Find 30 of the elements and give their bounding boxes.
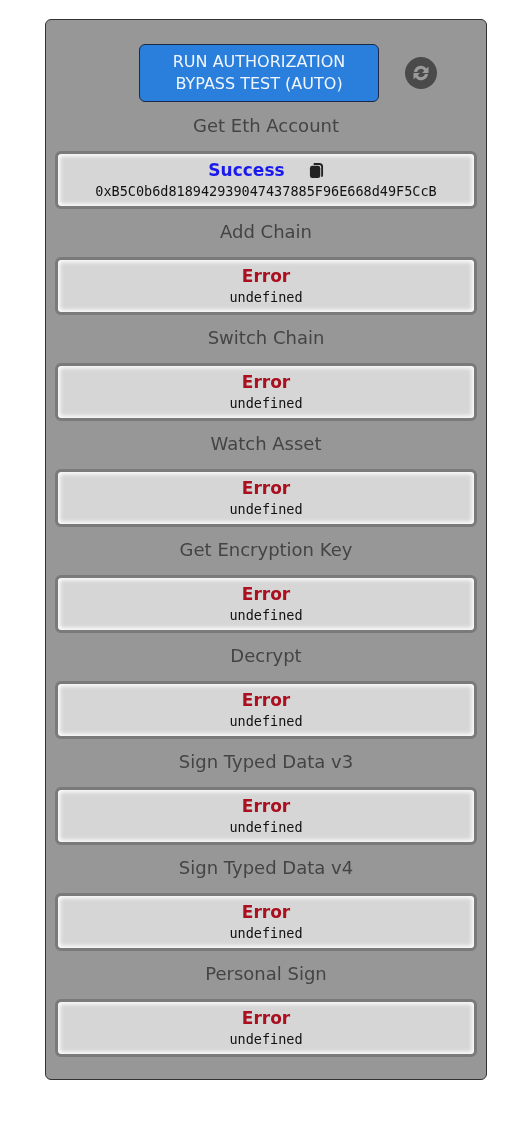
status-text: Error bbox=[241, 372, 291, 392]
status-text: Error bbox=[241, 266, 291, 286]
test-name: Watch Asset bbox=[209, 432, 323, 456]
result-value: undefined bbox=[229, 288, 303, 306]
result-value: undefined bbox=[229, 1030, 303, 1048]
test-name: Switch Chain bbox=[206, 326, 326, 350]
refresh-icon[interactable] bbox=[405, 57, 437, 89]
test-name: Add Chain bbox=[219, 220, 313, 244]
status-text: Error bbox=[241, 478, 291, 498]
test-name: Get Eth Account bbox=[191, 114, 340, 138]
result-value: undefined bbox=[229, 818, 303, 836]
result-value: 0xB5C0b6d818942939047437885F96E668d49F5CcB bbox=[95, 182, 437, 200]
test-name: Get Encryption Key bbox=[178, 538, 354, 562]
result-value: undefined bbox=[229, 500, 303, 518]
result-value: undefined bbox=[229, 712, 303, 730]
test-name: Sign Typed Data v3 bbox=[177, 750, 355, 774]
result-value: undefined bbox=[229, 924, 303, 942]
status-text: Error bbox=[241, 690, 291, 710]
copy-icon[interactable] bbox=[308, 161, 324, 179]
test-name: Decrypt bbox=[229, 644, 303, 668]
test-name: Sign Typed Data v4 bbox=[177, 856, 355, 880]
status-text: Error bbox=[241, 796, 291, 816]
result-value: undefined bbox=[229, 606, 303, 624]
test-name: Personal Sign bbox=[204, 962, 328, 986]
status-text: Error bbox=[241, 1008, 291, 1028]
run-test-button[interactable]: RUN AUTHORIZATION BYPASS TEST (AUTO) bbox=[139, 44, 379, 102]
status-text: Error bbox=[241, 902, 291, 922]
status-text: Success bbox=[208, 160, 285, 180]
status-text: Error bbox=[241, 584, 291, 604]
result-value: undefined bbox=[229, 394, 303, 412]
